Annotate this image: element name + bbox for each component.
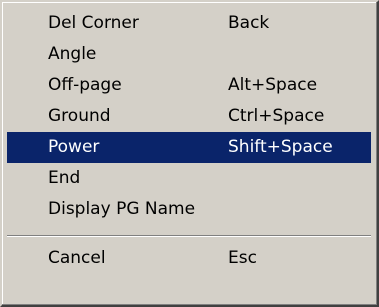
menu-item-off-page[interactable]: Off-page Alt+Space <box>7 70 371 101</box>
menu-item-display-pg-name[interactable]: Display PG Name <box>7 194 371 225</box>
menu-item-shortcut: Back <box>228 13 270 33</box>
menu-item-shortcut: Alt+Space <box>228 75 318 95</box>
menu-item-label: End <box>48 168 81 188</box>
menu-item-label: Off-page <box>48 75 122 95</box>
menu-item-label: Del Corner <box>48 13 139 33</box>
menu-separator <box>7 235 371 237</box>
page: Del Corner Back Angle Off-page Alt+Space… <box>0 0 379 307</box>
menu-item-label: Display PG Name <box>48 199 196 219</box>
menu-item-shortcut: Ctrl+Space <box>228 106 325 126</box>
menu-item-shortcut: Shift+Space <box>228 137 333 157</box>
menu-item-label: Angle <box>48 44 97 64</box>
menu-item-del-corner[interactable]: Del Corner Back <box>7 8 371 39</box>
context-menu: Del Corner Back Angle Off-page Alt+Space… <box>0 0 379 307</box>
menu-item-shortcut: Esc <box>228 248 257 268</box>
menu-item-angle[interactable]: Angle <box>7 39 371 70</box>
menu-item-label: Cancel <box>48 248 106 268</box>
menu-item-power[interactable]: Power Shift+Space <box>7 132 371 163</box>
menu-item-cancel[interactable]: Cancel Esc <box>7 243 371 274</box>
menu-item-label: Power <box>48 137 100 157</box>
menu-item-end[interactable]: End <box>7 163 371 194</box>
menu-item-ground[interactable]: Ground Ctrl+Space <box>7 101 371 132</box>
menu-item-label: Ground <box>48 106 111 126</box>
